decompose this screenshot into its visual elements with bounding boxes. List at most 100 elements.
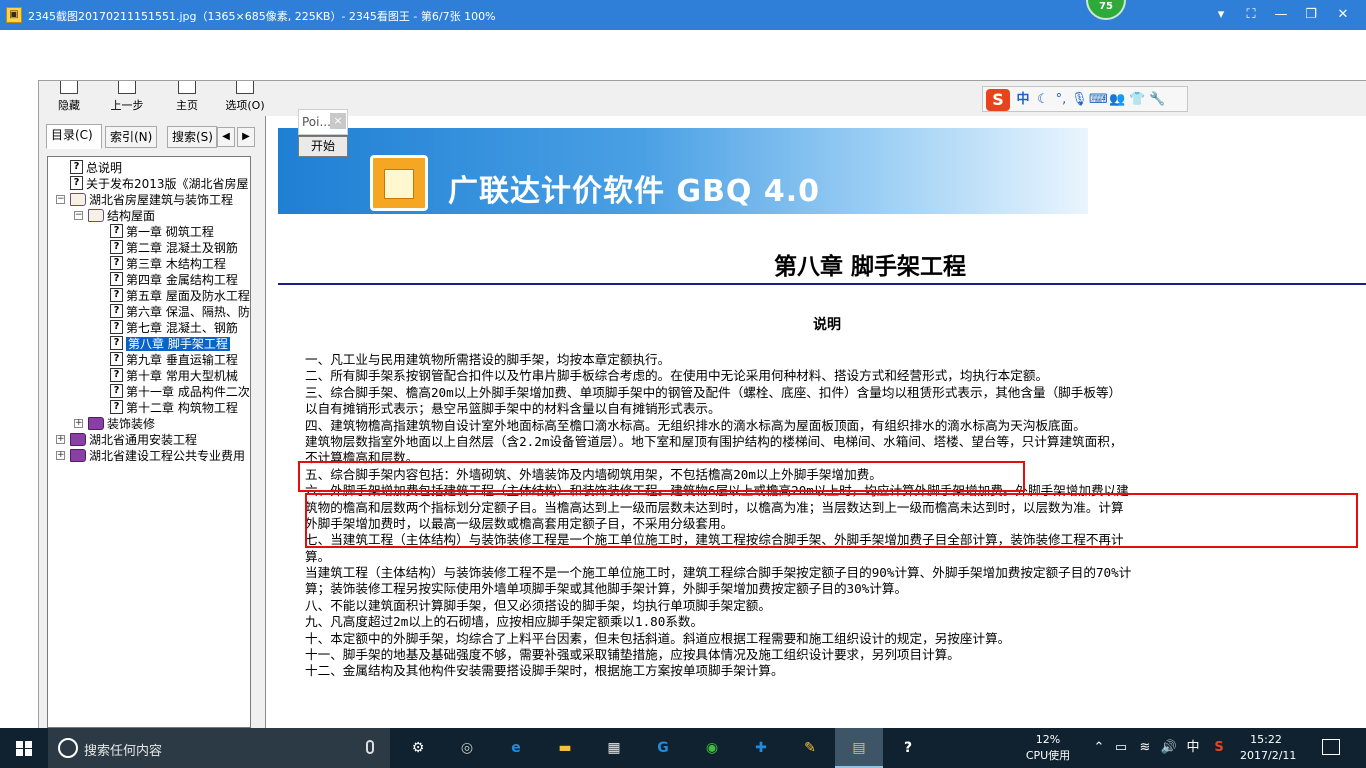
toc-item[interactable]: − 结构屋面	[74, 208, 155, 224]
toc-item-label: 第三章 木结构工程	[126, 257, 226, 271]
sogou-logo-icon[interactable]: S	[986, 89, 1010, 111]
taskbar-app-button[interactable]: ◉	[688, 728, 736, 768]
tab-contents[interactable]: 目录(C)	[46, 124, 102, 149]
taskbar-app-button[interactable]: G	[639, 728, 687, 768]
action-center-icon[interactable]	[1322, 739, 1340, 755]
skin-shirt-icon[interactable]: 👕	[1129, 91, 1145, 109]
toc-item[interactable]: ? 第八章 脚手架工程	[110, 336, 230, 352]
keyboard-icon[interactable]: ⌨	[1089, 91, 1108, 109]
collapse-icon[interactable]: −	[74, 211, 83, 220]
ime-indicator[interactable]: 中	[1184, 739, 1202, 757]
viewer-window-title: 2345截图20170211151551.jpg（1365×685像素, 225…	[28, 10, 496, 23]
taskbar-app-button[interactable]: e	[492, 728, 540, 768]
tab-search[interactable]: 搜索(S)	[167, 126, 217, 148]
taskbar-app-button[interactable]: ▦	[590, 728, 638, 768]
taskbar-app-button[interactable]: ✎	[786, 728, 834, 768]
taskbar-clock[interactable]: 15:22 2017/2/11	[1240, 732, 1296, 764]
expand-icon[interactable]: +	[56, 435, 65, 444]
book-icon	[70, 433, 86, 446]
microphone-icon[interactable]	[366, 740, 374, 754]
toc-item-label: 总说明	[86, 161, 123, 175]
tray-expand-chevron-icon[interactable]: ⌃	[1090, 739, 1108, 757]
toc-item[interactable]: ? 第四章 金属结构工程	[110, 272, 238, 288]
body-line: 建筑物层数指室外地面以上自然层（含2.2m设备管道层）。地下室和屋顶有围护结构的…	[305, 433, 1123, 449]
hide-icon	[60, 81, 78, 94]
popup-close-icon[interactable]: ×	[330, 113, 346, 129]
taskbar-app-button[interactable]: ▤	[835, 728, 883, 768]
body-line: 以自有摊销形式表示；悬空吊篮脚手架中的材料含量以自有摊销形式表示。	[305, 401, 721, 417]
options-button[interactable]: 选项(O)	[221, 81, 269, 113]
help-page-icon: ?	[110, 320, 123, 334]
help-page-icon: ?	[110, 240, 123, 254]
toc-item[interactable]: + 湖北省建设工程公共专业费用	[56, 448, 245, 464]
taskbar-app-button[interactable]: ✚	[737, 728, 785, 768]
back-button[interactable]: 上一步	[105, 81, 149, 113]
cortana-icon	[58, 738, 78, 758]
toc-item[interactable]: ? 第十二章 构筑物工程	[110, 400, 238, 416]
edge-icon: e	[511, 740, 521, 756]
toc-item[interactable]: ? 第十一章 成品构件二次	[110, 384, 250, 400]
taskbar-app-button[interactable]: ▬	[541, 728, 589, 768]
microphone-icon[interactable]: 🎙	[1071, 91, 1088, 109]
toc-item[interactable]: ? 第六章 保温、隔热、防	[110, 304, 250, 320]
ime-mode-toggle[interactable]: 中	[1015, 91, 1031, 109]
banner-title: 广联达计价软件 GBQ 4.0	[448, 174, 821, 209]
user-icon[interactable]: 👥	[1109, 91, 1125, 109]
wrench-settings-icon[interactable]: 🔧	[1149, 91, 1165, 109]
taskbar-app-button[interactable]: ◎	[443, 728, 491, 768]
toc-item[interactable]: ? 第三章 木结构工程	[110, 256, 226, 272]
cpu-usage-widget[interactable]: 12% CPU使用	[1022, 732, 1074, 764]
collapse-icon[interactable]: −	[56, 195, 65, 204]
taskbar-app-button[interactable]: ?	[884, 728, 932, 768]
minimize-button[interactable]: —	[1270, 5, 1292, 25]
hide-button[interactable]: 隐藏	[53, 81, 85, 113]
wifi-icon[interactable]: ≋	[1136, 739, 1154, 757]
help-file-icon: ?	[903, 740, 913, 756]
expand-icon[interactable]: +	[56, 451, 65, 460]
windows-logo-icon	[16, 741, 32, 756]
toc-item[interactable]: ? 第一章 砌筑工程	[110, 224, 214, 240]
tab-scroll-right-icon[interactable]: ▶	[237, 127, 255, 147]
speed-ball-badge[interactable]: 75	[1086, 0, 1126, 20]
tab-scroll-left-icon[interactable]: ◀	[217, 127, 235, 147]
tray-app-icon[interactable]: ▭	[1112, 739, 1130, 757]
maximize-button[interactable]: ❐	[1300, 5, 1322, 25]
taskbar-search-box[interactable]: 搜索任何内容	[48, 728, 390, 768]
volume-icon[interactable]: 🔊	[1160, 739, 1178, 757]
taskbar: 搜索任何内容 ⚙ ◎ e ▬ ▦ G ◉ ✚ ✎ ▤? 12% CPU使用 ⌃ ▭ ≋ 🔊 中 S…	[0, 728, 1366, 768]
body-line: 十、本定额中的外脚手架，均综合了上料平台因素，但未包括斜道。斜道应根据工程需要和…	[305, 630, 1011, 646]
body-line: 四、建筑物檐高指建筑物自设计室外地面标高至檐口滴水标高。无组织排水的滴水标高为屋…	[305, 417, 1086, 433]
chapter-title: 第八章 脚手架工程	[773, 253, 966, 280]
toc-item[interactable]: ? 第五章 屋面及防水工程	[110, 288, 250, 304]
glodon-logo-icon	[370, 155, 428, 211]
close-button[interactable]: ✕	[1332, 5, 1354, 25]
punctuation-icon[interactable]: °,	[1053, 91, 1069, 109]
help-page-icon: ?	[110, 272, 123, 286]
help-content-pane: 广联达计价软件 GBQ 4.0 第八章 脚手架工程 说明 一、凡工业与民用建筑物…	[265, 116, 1366, 728]
expand-icon[interactable]: +	[74, 419, 83, 428]
open-book-icon	[88, 209, 104, 222]
start-button[interactable]: 开始	[298, 136, 348, 157]
taskbar-app-button[interactable]: ⚙	[394, 728, 442, 768]
toc-item[interactable]: ? 第十章 常用大型机械	[110, 368, 238, 384]
toc-item[interactable]: ? 第二章 混凝土及钢筋	[110, 240, 238, 256]
toc-item[interactable]: − 湖北省房屋建筑与装饰工程	[56, 192, 233, 208]
2345-browser-icon: G	[657, 740, 669, 756]
toc-item[interactable]: + 湖北省通用安装工程	[56, 432, 197, 448]
half-width-moon-icon[interactable]: ☾	[1035, 91, 1051, 109]
toc-item[interactable]: ? 第九章 垂直运输工程	[110, 352, 238, 368]
highlight-box-clause-5	[298, 461, 1025, 492]
toc-item[interactable]: ? 总说明	[70, 160, 122, 176]
toc-item[interactable]: ? 第七章 混凝土、钢筋	[110, 320, 238, 336]
home-button[interactable]: 主页	[171, 81, 203, 113]
dropdown-chevron-icon[interactable]: ▾	[1210, 5, 1232, 25]
fullscreen-icon[interactable]: ⛶	[1240, 5, 1262, 25]
tab-index[interactable]: 索引(N)	[105, 126, 157, 148]
cpu-label: CPU使用	[1025, 749, 1071, 762]
toc-item-label: 第一章 砌筑工程	[126, 225, 214, 239]
contents-tree: ? 总说明? 关于发布2013版《湖北省房屋 − 湖北省房屋建筑与装饰工程 − 结构屋面? 第…	[47, 156, 251, 728]
start-button-windows[interactable]	[0, 728, 48, 768]
toc-item[interactable]: + 装饰装修	[74, 416, 155, 432]
toc-item[interactable]: ? 关于发布2013版《湖北省房屋	[70, 176, 249, 192]
sogou-tray-icon[interactable]: S	[1210, 739, 1228, 757]
